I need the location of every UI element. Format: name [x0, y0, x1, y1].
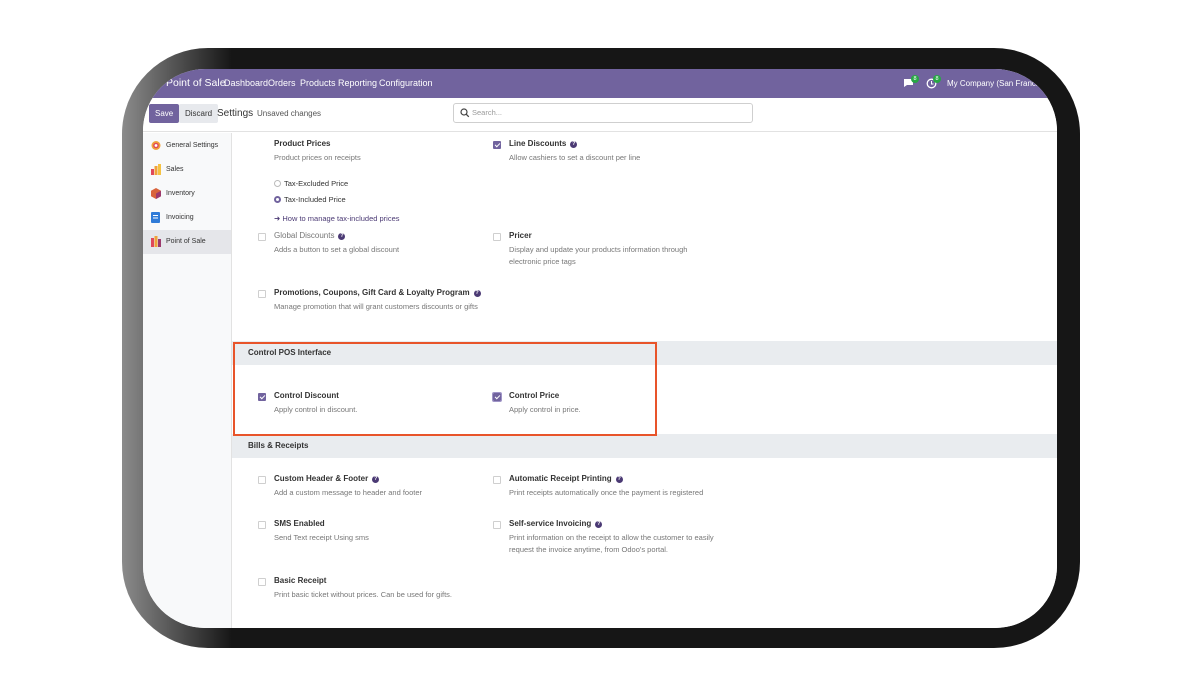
setting-description: Add a custom message to header and foote…	[274, 488, 423, 497]
section-title: Control POS Interface	[248, 348, 332, 357]
help-icon[interactable]: ?	[372, 476, 380, 483]
sidebar-item-invoicing[interactable]: Invoicing	[143, 206, 231, 230]
messages-badge: 8	[911, 75, 919, 83]
radio-tax-included[interactable]	[274, 196, 281, 203]
self-invoicing-checkbox[interactable]	[493, 521, 501, 529]
setting-description: Send Text receipt Using sms	[274, 533, 369, 542]
setting-self-service-invoicing: Self-service Invoicing? Print informatio…	[493, 519, 723, 559]
menu-configuration[interactable]: Configuration	[379, 69, 433, 98]
menu-products[interactable]: Products	[300, 69, 336, 98]
menu-dashboard[interactable]: Dashboard	[224, 69, 268, 98]
setting-basic-receipt: Basic Receipt Print basic ticket without…	[258, 576, 488, 606]
sidebar-item-label: Sales	[166, 166, 184, 173]
auto-print-checkbox[interactable]	[493, 476, 501, 484]
invoicing-icon	[151, 212, 160, 223]
setting-title: Basic Receipt	[274, 576, 327, 585]
section-title: Bills & Receipts	[248, 441, 309, 450]
top-navbar: ▲ Point of Sale Dashboard Orders Product…	[143, 69, 1057, 98]
setting-pricer: Pricer Display and update your products …	[493, 231, 723, 271]
help-icon[interactable]: ?	[595, 521, 603, 528]
search-input[interactable]: Search...	[453, 103, 753, 123]
point-of-sale-icon	[151, 236, 161, 247]
save-button[interactable]: Save	[149, 104, 180, 123]
help-icon[interactable]: ?	[473, 290, 481, 297]
control-discount-checkbox[interactable]	[258, 393, 266, 401]
basic-receipt-checkbox[interactable]	[258, 578, 266, 586]
setting-description: Print basic ticket without prices. Can b…	[274, 590, 452, 599]
setting-title: Control Price	[509, 391, 560, 400]
custom-header-checkbox[interactable]	[258, 476, 266, 484]
setting-description: Display and update your products informa…	[509, 245, 688, 266]
help-icon[interactable]: ?	[338, 233, 346, 240]
setting-title: Line Discounts?	[509, 139, 578, 148]
setting-description: Apply control in discount.	[274, 405, 358, 414]
setting-title: Control Discount	[274, 391, 339, 400]
company-switcher[interactable]: My Company (San Francisco)	[947, 69, 1053, 98]
setting-custom-header-footer: Custom Header & Footer? Add a custom mes…	[258, 474, 488, 504]
setting-control-discount: Control Discount Apply control in discou…	[258, 391, 488, 421]
setting-title: Global Discounts?	[274, 231, 346, 240]
section-header-bills-receipts: Bills & Receipts	[232, 434, 1057, 458]
settings-sidebar: General Settings Sales Inventory Invoici…	[143, 133, 232, 628]
inventory-icon	[151, 188, 161, 199]
unsaved-changes-indicator: Unsaved changes	[257, 109, 322, 118]
page-title: Settings	[217, 108, 254, 119]
radio-label[interactable]: Tax-Excluded Price	[284, 179, 348, 188]
tax-included-help-link[interactable]: ➜ How to manage tax-included prices	[274, 214, 400, 223]
help-icon[interactable]: ?	[570, 141, 578, 148]
discard-button[interactable]: Discard	[179, 104, 219, 123]
search-icon	[460, 108, 470, 118]
setting-description: Adds a button to set a global discount	[274, 245, 400, 254]
app-window: ▲ Point of Sale Dashboard Orders Product…	[143, 69, 1057, 628]
setting-title: Self-service Invoicing?	[509, 519, 603, 528]
setting-control-price: Control Price Apply control in price.	[492, 391, 723, 421]
setting-title: Automatic Receipt Printing?	[509, 474, 623, 483]
app-name[interactable]: Point of Sale	[166, 69, 226, 98]
sidebar-item-point-of-sale[interactable]: Point of Sale	[143, 230, 231, 254]
setting-description: Product prices on receipts	[274, 153, 361, 162]
setting-title: Pricer	[509, 231, 532, 240]
sidebar-item-label: General Settings	[166, 142, 219, 149]
setting-description: Apply control in price.	[509, 405, 581, 414]
sidebar-item-inventory[interactable]: Inventory	[143, 182, 231, 206]
control-panel: Save Discard Settings Unsaved changes Se…	[143, 98, 1057, 132]
setting-global-discounts: Global Discounts? Adds a button to set a…	[258, 231, 488, 261]
setting-title: Custom Header & Footer?	[274, 474, 380, 483]
setting-automatic-receipt-printing: Automatic Receipt Printing? Print receip…	[493, 474, 723, 504]
sidebar-item-sales[interactable]: Sales	[143, 158, 231, 182]
setting-promotions-loyalty: Promotions, Coupons, Gift Card & Loyalty…	[258, 288, 518, 318]
apps-menu-icon[interactable]: ▲	[151, 79, 160, 89]
section-header-control-pos: Control POS Interface	[232, 341, 1057, 365]
line-discounts-checkbox[interactable]	[493, 141, 501, 149]
promotions-checkbox[interactable]	[258, 290, 266, 298]
setting-description: Print receipts automatically once the pa…	[509, 488, 704, 497]
setting-description: Manage promotion that will grant custome…	[274, 302, 478, 311]
menu-reporting[interactable]: Reporting	[338, 69, 377, 98]
setting-title: SMS Enabled	[274, 519, 325, 528]
setting-title: Product Prices	[274, 139, 331, 148]
setting-description: Allow cashiers to set a discount per lin…	[509, 153, 641, 162]
settings-content: Product Prices Product prices on receipt…	[232, 133, 1057, 628]
setting-product-prices: Product Prices Product prices on receipt…	[258, 139, 488, 229]
sms-checkbox[interactable]	[258, 521, 266, 529]
radio-tax-excluded[interactable]	[274, 180, 281, 187]
search-placeholder: Search...	[472, 108, 503, 117]
sidebar-item-general-settings[interactable]: General Settings	[143, 134, 231, 158]
control-price-checkbox[interactable]	[492, 392, 502, 402]
sales-icon	[151, 164, 161, 175]
setting-line-discounts: Line Discounts? Allow cashiers to set a …	[493, 139, 723, 169]
sidebar-item-label: Point of Sale	[166, 238, 206, 245]
general-settings-icon	[151, 141, 161, 150]
setting-description: Print information on the receipt to allo…	[509, 533, 714, 554]
setting-title: Promotions, Coupons, Gift Card & Loyalty…	[274, 288, 481, 297]
global-discounts-checkbox[interactable]	[258, 233, 266, 241]
radio-label[interactable]: Tax-Included Price	[284, 195, 346, 204]
setting-sms-enabled: SMS Enabled Send Text receipt Using sms	[258, 519, 488, 549]
sidebar-item-label: Invoicing	[166, 214, 194, 221]
activities-badge: 8	[933, 75, 941, 83]
menu-orders[interactable]: Orders	[268, 69, 296, 98]
sidebar-item-label: Inventory	[166, 190, 195, 197]
pricer-checkbox[interactable]	[493, 233, 501, 241]
help-icon[interactable]: ?	[615, 476, 623, 483]
